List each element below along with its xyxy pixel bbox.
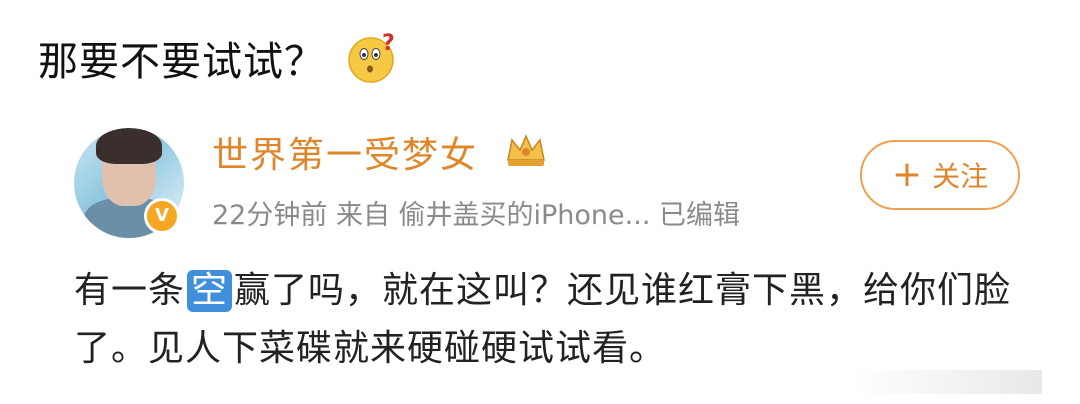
post-body: 有一条空赢了吗，就在这叫？还见谁红膏下黑，给你们脸了。见人下菜碟就来硬碰硬试试看… (74, 262, 1014, 378)
post-meta: 22分钟前 来自 偷井盖买的iPhone... 已编辑 (212, 200, 740, 231)
crown-icon (507, 134, 545, 166)
weibo-post-card: V 世界第一受梦女 22分钟前 来自 偷井盖买的iPhone... 已编辑 + … (38, 100, 1050, 400)
caption-text: 那要不要试试？ (38, 39, 325, 85)
follow-button[interactable]: + 关注 (860, 140, 1020, 210)
follow-label: 关注 (932, 160, 989, 193)
thinking-face-question-emoji-icon: ? (348, 32, 395, 83)
plus-icon: + (891, 154, 923, 195)
verified-badge-icon: V (144, 198, 180, 234)
avatar-hair (96, 128, 162, 164)
svg-text:?: ? (382, 32, 395, 56)
post-body-prefix: 有一条 (74, 270, 186, 311)
username[interactable]: 世界第一受梦女 (212, 126, 478, 178)
highlight-emoji: 空 (187, 270, 233, 312)
watermark (852, 370, 1042, 394)
caption: 那要不要试试？ ? (38, 28, 397, 88)
